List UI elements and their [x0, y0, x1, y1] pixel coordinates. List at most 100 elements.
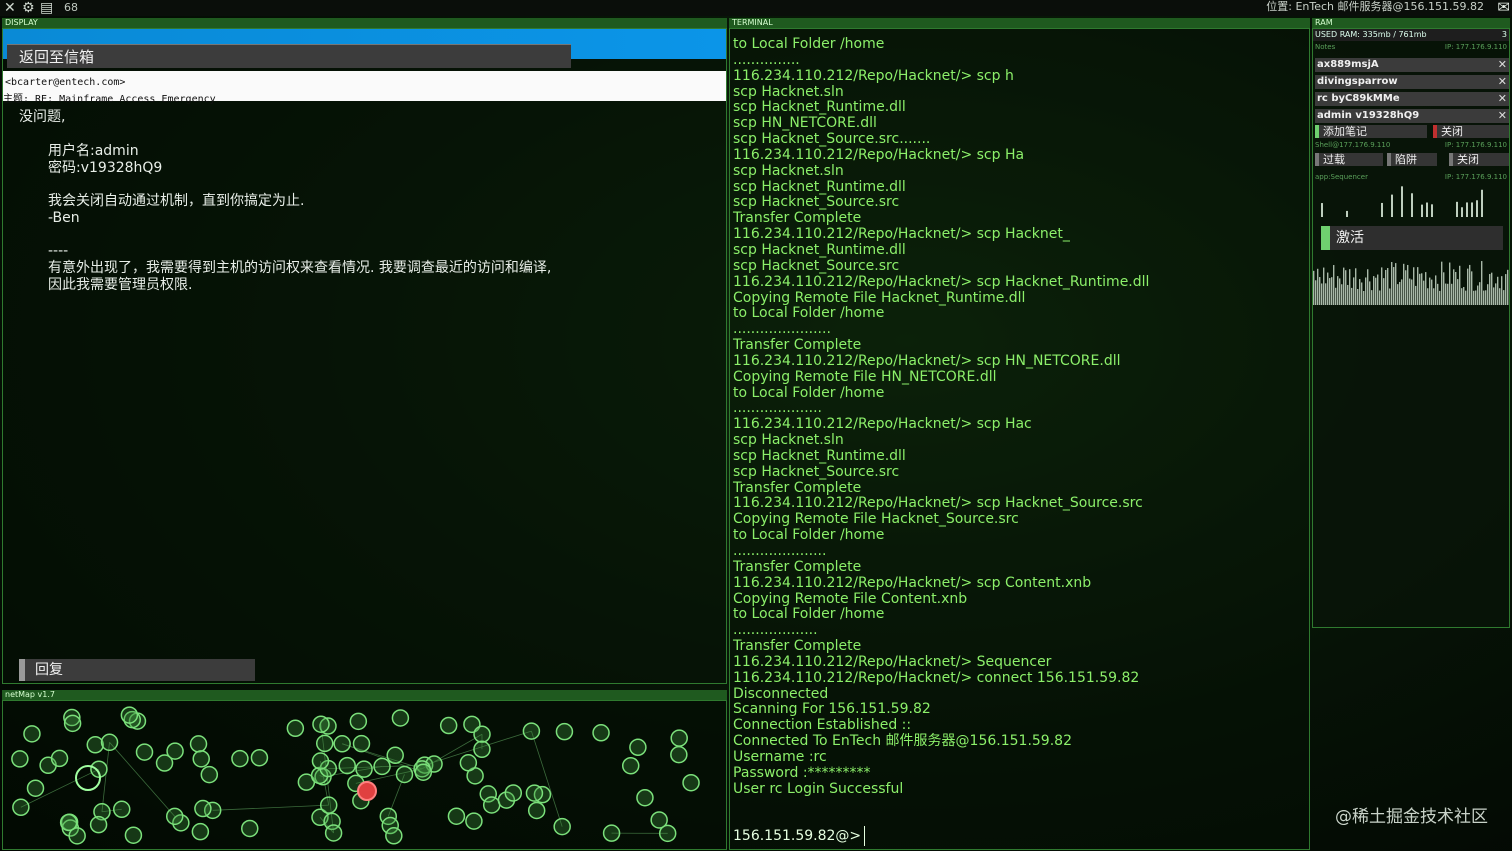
sequencer-bar	[1365, 277, 1367, 305]
activate-button[interactable]: 激活	[1321, 226, 1503, 250]
notes-header: Notes IP: 177.176.9.110	[1313, 43, 1509, 52]
terminal-line: ...................	[733, 622, 818, 639]
sequencer-bar	[1461, 288, 1463, 305]
sequencer-bar	[1335, 287, 1337, 305]
terminal-line: User rc Login Successful	[733, 780, 904, 797]
sequencer-bar	[1363, 290, 1365, 305]
netmap-panel	[2, 700, 727, 850]
sequencer-bar	[1393, 267, 1395, 305]
shell-title: Shell@177.176.9.110	[1315, 141, 1391, 149]
overload-button[interactable]: 过载	[1315, 153, 1383, 166]
terminal-line: 116.234.110.212/Repo/Hacknet/> scp Hackn…	[733, 495, 1143, 512]
shell-header: Shell@177.176.9.110 IP: 177.176.9.110	[1313, 141, 1509, 150]
close-shell-button[interactable]: 关闭	[1449, 153, 1509, 166]
wave-bar	[1481, 189, 1483, 217]
network-map[interactable]	[3, 701, 726, 849]
settings-gear-icon[interactable]: ⚙	[22, 0, 35, 16]
home-node-icon	[75, 765, 101, 791]
network-node	[459, 754, 478, 772]
sequencer-bar	[1379, 290, 1381, 305]
sequencer-bar	[1505, 274, 1507, 305]
terminal-line: scp HN_NETCORE.dll	[733, 115, 877, 132]
sequencer-bar	[1377, 274, 1379, 305]
network-node	[482, 796, 501, 814]
sequencer-bar	[1497, 276, 1499, 305]
network-link	[101, 742, 110, 812]
reply-button[interactable]: 回复	[19, 659, 255, 681]
network-node	[165, 807, 184, 826]
sequencer-bar	[1359, 279, 1361, 305]
active-node-icon	[357, 781, 377, 801]
back-to-inbox-button[interactable]: 返回至信箱	[7, 44, 571, 68]
sequencer-bar	[1319, 277, 1321, 305]
display-label: DISPLAY	[2, 18, 727, 28]
network-node	[312, 715, 330, 733]
terminal-prompt[interactable]: 156.151.59.82@>	[733, 828, 861, 844]
network-node	[473, 740, 491, 759]
wave-bar	[1421, 204, 1423, 217]
terminal-line: Transfer Complete	[733, 210, 862, 227]
sequencer-bar	[1467, 268, 1469, 305]
sequencer-bar	[1451, 283, 1453, 305]
sequencer-bar	[1405, 270, 1407, 305]
terminal-line: scp Hacknet_Source.src	[733, 257, 900, 274]
trap-button[interactable]: 陷阱	[1387, 153, 1437, 166]
sequencer-bar	[1313, 270, 1315, 305]
used-ram-text: USED RAM: 335mb / 761mb	[1315, 30, 1427, 39]
watermark: @稀土掘金技术社区	[1335, 807, 1488, 827]
close-note-icon[interactable]: ✕	[1498, 109, 1507, 123]
mail-icon[interactable]: ✉	[1497, 0, 1510, 15]
terminal-line: Transfer Complete	[733, 638, 862, 655]
email-header: <bcarter@entech.com> 主题: RE: Mainframe A…	[3, 71, 726, 105]
network-node	[23, 725, 41, 743]
sequencer-bar	[1333, 265, 1335, 305]
note-text: ax889msjA	[1317, 59, 1379, 70]
sequencer-bar	[1395, 263, 1397, 305]
close-notes-button[interactable]: 关闭	[1433, 125, 1509, 138]
network-node	[89, 815, 108, 834]
close-note-icon[interactable]: ✕	[1498, 75, 1507, 89]
add-note-button[interactable]: 添加笔记	[1315, 125, 1427, 138]
terminal-line: 116.234.110.212/Repo/Hacknet/> connect 1…	[733, 669, 1140, 686]
note-item: rc byC89kMMe ✕	[1315, 92, 1509, 106]
email-greeting: 没问题,	[19, 109, 66, 125]
wave-bar	[1471, 202, 1473, 217]
ram-panel: USED RAM: 335mb / 761mb 3 Notes IP: 177.…	[1312, 28, 1510, 628]
wave-bar	[1391, 194, 1393, 217]
wave-bar	[1476, 200, 1478, 217]
network-node	[250, 748, 269, 767]
sequencer-bar	[1315, 280, 1317, 305]
sequencer-bar	[1469, 264, 1471, 305]
display-panel: 返回至信箱 <bcarter@entech.com> 主题: RE: Mainf…	[2, 28, 727, 684]
sequencer-bar	[1337, 276, 1339, 305]
email-quote-line: 因此我需要管理员权限.	[48, 277, 193, 293]
network-node	[59, 813, 78, 832]
sequencer-bar	[1361, 282, 1363, 305]
sequencer-bar	[1407, 264, 1409, 305]
terminal-line: Copying Remote File HN_NETCORE.dll	[733, 368, 997, 385]
save-disk-icon[interactable]: ▤	[40, 0, 53, 16]
network-node	[650, 811, 668, 829]
exit-icon[interactable]: ✕	[4, 0, 16, 16]
sequencer-bar	[1371, 290, 1373, 305]
close-note-icon[interactable]: ✕	[1498, 92, 1507, 106]
terminal-line: scp Hacknet.sln	[733, 432, 844, 449]
sequencer-bar	[1413, 267, 1415, 305]
sequencer-bar	[1385, 269, 1387, 305]
network-node	[555, 722, 574, 741]
network-node	[166, 742, 184, 760]
close-note-icon[interactable]: ✕	[1498, 58, 1507, 72]
network-node	[112, 800, 131, 819]
sequencer-bar	[1479, 282, 1481, 305]
email-subject: 主题: RE: Mainframe Access Emergency	[3, 94, 216, 105]
sequencer-bar	[1437, 283, 1439, 305]
sequencer-bar	[1435, 275, 1437, 305]
sequencer-bar	[1491, 272, 1493, 305]
terminal-line: scp Hacknet_Runtime.dll	[733, 178, 906, 195]
sequencer-bar	[1355, 268, 1357, 305]
terminal-line: Password :*********	[733, 764, 871, 781]
email-username: 用户名:admin	[48, 143, 139, 159]
sequencer-bar	[1369, 281, 1371, 305]
network-node	[315, 734, 334, 753]
sequencer-bar	[1381, 267, 1383, 305]
